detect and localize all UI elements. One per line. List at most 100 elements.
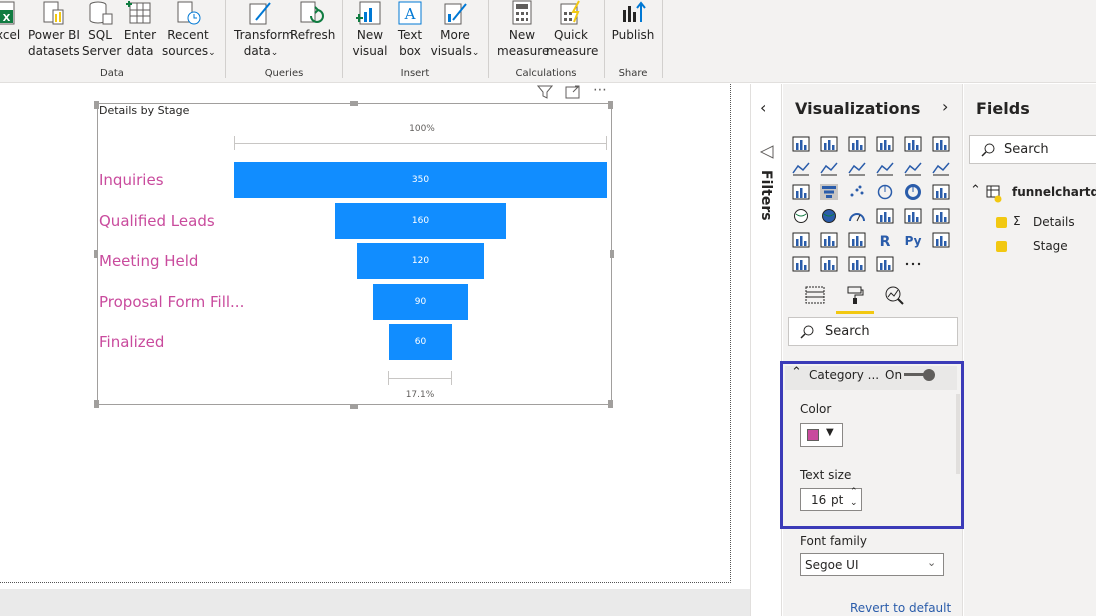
transform-data-button[interactable]: Transform data⌄ [234, 0, 294, 62]
line-clustered-icon[interactable] [904, 160, 922, 176]
text-box-button[interactable]: A Text box [392, 0, 428, 62]
resize-handle[interactable] [610, 250, 614, 258]
sigma-icon: Σ [1013, 214, 1021, 228]
kpi-icon[interactable] [932, 208, 950, 224]
filter-icon[interactable] [537, 85, 553, 99]
funnel-category-label: Finalized [99, 333, 165, 351]
bottom-bracket-tick [388, 371, 389, 385]
text-box-icon: A [398, 1, 422, 25]
new-visual-button[interactable]: New visual [352, 0, 388, 62]
slicer-icon[interactable] [792, 232, 810, 248]
more-icon[interactable] [904, 256, 922, 272]
visualizations-title: Visualizations [795, 99, 921, 118]
resize-handle[interactable] [350, 404, 358, 409]
funnel-category-label: Meeting Held [99, 252, 199, 270]
resize-handle[interactable] [608, 400, 613, 408]
quick-measure-button[interactable]: Quick measure [546, 0, 598, 62]
multi-row-card-icon[interactable] [904, 208, 922, 224]
funnel-bar[interactable]: 160 [335, 202, 506, 239]
fields-search-input[interactable]: Search [969, 135, 1096, 164]
refresh-button[interactable]: Refresh [290, 0, 335, 62]
line-column-icon[interactable] [876, 160, 894, 176]
treemap-icon[interactable] [932, 184, 950, 200]
field-details[interactable]: Details [1033, 215, 1075, 229]
more-options-icon[interactable]: ⋯ [593, 82, 608, 98]
table-icon[interactable] [820, 232, 838, 248]
excel-button[interactable]: X xcel [0, 0, 22, 62]
visual-title: Details by Stage [99, 104, 190, 117]
gauge-icon[interactable] [848, 208, 866, 224]
100-column-icon[interactable] [932, 136, 950, 152]
resize-handle[interactable] [94, 250, 98, 258]
card-icon[interactable] [876, 208, 894, 224]
sql-server-button[interactable]: SQL Server [82, 0, 121, 62]
clustered-bar-icon[interactable] [848, 136, 866, 152]
filters-label[interactable]: Filters [758, 170, 774, 221]
table-name[interactable]: funnelchartdata [1012, 185, 1096, 199]
group-calculations-label: Calculations [515, 68, 577, 79]
filled-map-icon[interactable] [820, 208, 838, 224]
group-share-label: Share [618, 68, 648, 79]
filters-pane-collapsed[interactable] [750, 84, 782, 616]
stacked-column-icon[interactable] [820, 136, 838, 152]
publish-button[interactable]: Publish [610, 0, 656, 62]
funnel-bar[interactable]: 60 [388, 324, 453, 360]
revert-to-default-link[interactable]: Revert to default [850, 601, 951, 615]
visualizations-search-input[interactable]: Search [788, 317, 958, 346]
resize-handle[interactable] [350, 101, 358, 106]
stacked-area-icon[interactable] [848, 160, 866, 176]
more-visuals-button[interactable]: More visuals⌄ [430, 0, 480, 62]
chevron-right-icon[interactable]: › [942, 97, 948, 116]
ribbon-chart-icon[interactable] [932, 160, 950, 176]
highlight-box [780, 361, 964, 529]
qa-icon[interactable] [820, 256, 838, 272]
paint-roller-icon[interactable] [845, 285, 865, 305]
analytics-icon[interactable] [884, 285, 904, 305]
area-chart-icon[interactable] [820, 160, 838, 176]
font-family-select[interactable]: Segoe UI ⌄ [800, 553, 944, 576]
funnel-bar[interactable]: 90 [372, 283, 469, 320]
resize-handle[interactable] [94, 400, 99, 408]
chevron-up-icon[interactable]: ⌃ [970, 183, 981, 198]
key-influencers-icon[interactable] [932, 232, 950, 248]
matrix-icon[interactable] [848, 232, 866, 248]
details-checkbox[interactable] [996, 217, 1007, 228]
decomposition-tree-icon[interactable] [792, 256, 810, 272]
resize-handle[interactable] [608, 101, 613, 109]
paginated-icon[interactable] [876, 256, 894, 272]
chevron-left-icon[interactable]: ‹ [760, 98, 766, 117]
focus-mode-icon[interactable] [565, 85, 581, 99]
field-stage[interactable]: Stage [1033, 239, 1068, 253]
enter-data-button[interactable]: Enter data [122, 0, 158, 62]
line-chart-icon[interactable] [792, 160, 810, 176]
fields-title: Fields [976, 99, 1030, 118]
ribbon-divider [488, 0, 489, 78]
r-visual-icon[interactable]: R [876, 232, 894, 248]
funnel-bar[interactable]: 350 [234, 162, 607, 198]
scatter-icon[interactable] [848, 184, 866, 200]
bottom-percent-label: 17.1% [405, 390, 435, 400]
ribbon: X xcel Power BI datasets SQL Server Ente… [0, 0, 1096, 83]
funnel-category-label: Proposal Form Fill... [99, 292, 245, 311]
fields-well-icon[interactable] [805, 286, 825, 304]
100-bar-icon[interactable] [904, 136, 922, 152]
stage-checkbox[interactable] [996, 241, 1007, 252]
new-measure-button[interactable]: New measure [497, 0, 549, 62]
smart-narrative-icon[interactable] [848, 256, 866, 272]
python-visual-icon[interactable]: Py [904, 232, 922, 248]
funnel-bar[interactable]: 120 [356, 243, 485, 279]
pie-icon[interactable] [876, 184, 894, 200]
map-icon[interactable] [792, 208, 810, 224]
svg-text:X: X [3, 13, 11, 24]
funnel-icon[interactable] [820, 184, 838, 200]
top-bracket-tick [234, 136, 235, 150]
recent-sources-button[interactable]: Recent sources⌄ [162, 0, 216, 62]
transform-icon [249, 2, 271, 25]
waterfall-icon[interactable] [792, 184, 810, 200]
powerbi-datasets-button[interactable]: Power BI datasets [28, 0, 80, 62]
group-data-label: Data [100, 68, 124, 79]
clustered-column-icon[interactable] [876, 136, 894, 152]
page-tabs-bar [0, 589, 750, 616]
stacked-bar-icon[interactable] [792, 136, 810, 152]
donut-icon[interactable] [904, 184, 922, 200]
